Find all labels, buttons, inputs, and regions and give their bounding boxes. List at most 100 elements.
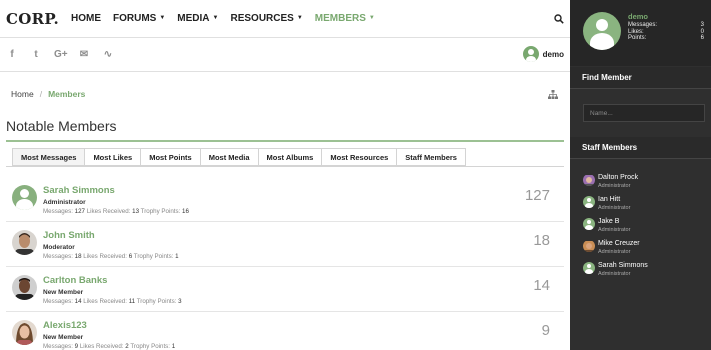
member-name[interactable]: Carlton Banks bbox=[43, 275, 107, 286]
google-plus-icon[interactable]: G+ bbox=[54, 49, 68, 60]
message-count: 127 bbox=[524, 187, 550, 204]
twitter-icon[interactable]: t bbox=[30, 49, 42, 60]
staff-name[interactable]: Mike Creuzer bbox=[598, 240, 640, 247]
list-item: Carlton Banks New Member Messages: 14 Li… bbox=[6, 267, 564, 312]
profile-panel: demo Messages: 3 Likes: 0 Points: 6 bbox=[570, 0, 711, 66]
caret-down-icon: ▼ bbox=[212, 15, 219, 22]
avatar[interactable] bbox=[12, 230, 37, 255]
message-count: 9 bbox=[541, 322, 550, 339]
member-stats: Messages: 9 Likes Received: 2 Trophy Poi… bbox=[43, 343, 175, 350]
right-sidebar: demo Messages: 3 Likes: 0 Points: 6 Find Me… bbox=[570, 0, 711, 350]
member-role: Administrator bbox=[43, 199, 86, 206]
staff-role: Administrator bbox=[598, 249, 631, 255]
staff-name[interactable]: Ian Hitt bbox=[598, 196, 620, 203]
facebook-icon[interactable]: f bbox=[6, 49, 18, 60]
breadcrumb: Home / Members bbox=[11, 89, 85, 99]
find-member-input[interactable] bbox=[583, 104, 705, 122]
likes-value: 6 bbox=[128, 253, 133, 260]
member-role: Moderator bbox=[43, 244, 75, 251]
message-count: 14 bbox=[533, 277, 550, 294]
avatar[interactable] bbox=[583, 218, 595, 230]
member-name[interactable]: Alexis123 bbox=[43, 320, 87, 331]
breadcrumb-home[interactable]: Home bbox=[11, 89, 34, 99]
member-tabs: Most Messages Most Likes Most Points Mos… bbox=[12, 148, 466, 166]
avatar[interactable] bbox=[583, 262, 595, 274]
staff-name[interactable]: Dalton Prock bbox=[598, 174, 638, 181]
messages-value: 18 bbox=[74, 253, 82, 260]
points-value: 1 bbox=[171, 343, 176, 350]
tab-most-albums[interactable]: Most Albums bbox=[257, 148, 322, 166]
top-navigation: CORP. HOME FORUMS ▼ MEDIA ▼ RESOURCES ▼ MEM… bbox=[0, 0, 570, 38]
page-title: Notable Members bbox=[6, 118, 117, 134]
staff-role: Administrator bbox=[598, 227, 631, 233]
likes-label: Likes Received: bbox=[79, 343, 124, 350]
member-name[interactable]: John Smith bbox=[43, 230, 95, 241]
messages-label: Messages: bbox=[43, 343, 73, 350]
user-menu[interactable]: demo bbox=[522, 46, 564, 62]
member-list: Sarah Simmons Administrator Messages: 12… bbox=[6, 177, 564, 350]
staff-role: Administrator bbox=[598, 271, 631, 277]
list-item: Dalton Prock Administrator bbox=[583, 174, 703, 196]
points-label: Trophy Points: bbox=[140, 208, 181, 215]
nav-media-label: MEDIA bbox=[177, 13, 210, 24]
profile-stats: Messages: 3 Likes: 0 Points: 6 bbox=[628, 22, 704, 42]
nav-media[interactable]: MEDIA ▼ bbox=[177, 13, 218, 24]
avatar bbox=[522, 46, 539, 62]
avatar[interactable] bbox=[583, 12, 621, 50]
nav-home[interactable]: HOME bbox=[71, 13, 101, 24]
social-bar: f t G+ ✉ ∿ demo bbox=[0, 38, 570, 72]
tab-most-likes[interactable]: Most Likes bbox=[84, 148, 141, 166]
staff-list: Dalton Prock Administrator Ian Hitt Admi… bbox=[583, 174, 703, 284]
messages-label: Messages: bbox=[43, 253, 73, 260]
points-value: 1 bbox=[175, 253, 179, 260]
find-member-heading: Find Member bbox=[570, 67, 711, 89]
caret-down-icon: ▼ bbox=[368, 15, 375, 22]
tab-most-points[interactable]: Most Points bbox=[140, 148, 200, 166]
member-name[interactable]: Sarah Simmons bbox=[43, 185, 115, 196]
list-item: Alexis123 New Member Messages: 9 Likes R… bbox=[6, 312, 564, 350]
list-item: Jake B Administrator bbox=[583, 218, 703, 240]
list-item: Ian Hitt Administrator bbox=[583, 196, 703, 218]
staff-members-heading: Staff Members bbox=[570, 137, 711, 159]
tab-most-media[interactable]: Most Media bbox=[199, 148, 258, 166]
site-logo[interactable]: CORP. bbox=[6, 10, 59, 28]
messages-label: Messages: bbox=[43, 298, 73, 305]
breadcrumb-current[interactable]: Members bbox=[48, 89, 85, 99]
caret-down-icon: ▼ bbox=[159, 15, 166, 22]
stat-label: Points: bbox=[628, 35, 647, 41]
search-icon[interactable] bbox=[554, 14, 564, 24]
staff-role: Administrator bbox=[598, 183, 631, 189]
member-role: New Member bbox=[43, 289, 84, 296]
likes-value: 13 bbox=[132, 208, 140, 215]
tab-staff-members[interactable]: Staff Members bbox=[396, 148, 466, 166]
points-value: 16 bbox=[182, 208, 189, 215]
tab-most-resources[interactable]: Most Resources bbox=[321, 148, 397, 166]
likes-value: 11 bbox=[128, 298, 136, 305]
nav-forums[interactable]: FORUMS ▼ bbox=[113, 13, 165, 24]
avatar[interactable] bbox=[583, 240, 595, 252]
likes-value: 2 bbox=[125, 343, 129, 350]
avatar[interactable] bbox=[12, 185, 37, 210]
likes-label: Likes Received: bbox=[83, 253, 127, 260]
staff-name[interactable]: Sarah Simmons bbox=[598, 262, 648, 269]
avatar[interactable] bbox=[583, 174, 595, 186]
points-value: 3 bbox=[178, 298, 182, 305]
points-label: Trophy Points: bbox=[130, 343, 170, 350]
tab-most-messages[interactable]: Most Messages bbox=[12, 148, 85, 166]
profile-username[interactable]: demo bbox=[628, 12, 648, 21]
caret-down-icon: ▼ bbox=[296, 15, 303, 22]
nav-members[interactable]: MEMBERS ▼ bbox=[315, 13, 375, 24]
staff-name[interactable]: Jake B bbox=[598, 218, 619, 225]
messages-value: 127 bbox=[74, 208, 85, 215]
avatar[interactable] bbox=[583, 196, 595, 208]
nav-resources[interactable]: RESOURCES ▼ bbox=[230, 13, 302, 24]
points-label: Trophy Points: bbox=[133, 253, 174, 260]
list-item: Sarah Simmons Administrator Messages: 12… bbox=[6, 177, 564, 222]
rss-icon[interactable]: ∿ bbox=[102, 49, 114, 60]
sitemap-icon[interactable] bbox=[548, 90, 558, 99]
email-icon[interactable]: ✉ bbox=[78, 49, 90, 60]
member-stats: Messages: 18 Likes Received: 6 Trophy Po… bbox=[43, 253, 179, 260]
avatar[interactable] bbox=[12, 275, 37, 300]
avatar[interactable] bbox=[12, 320, 37, 345]
likes-label: Likes Received: bbox=[86, 208, 131, 215]
